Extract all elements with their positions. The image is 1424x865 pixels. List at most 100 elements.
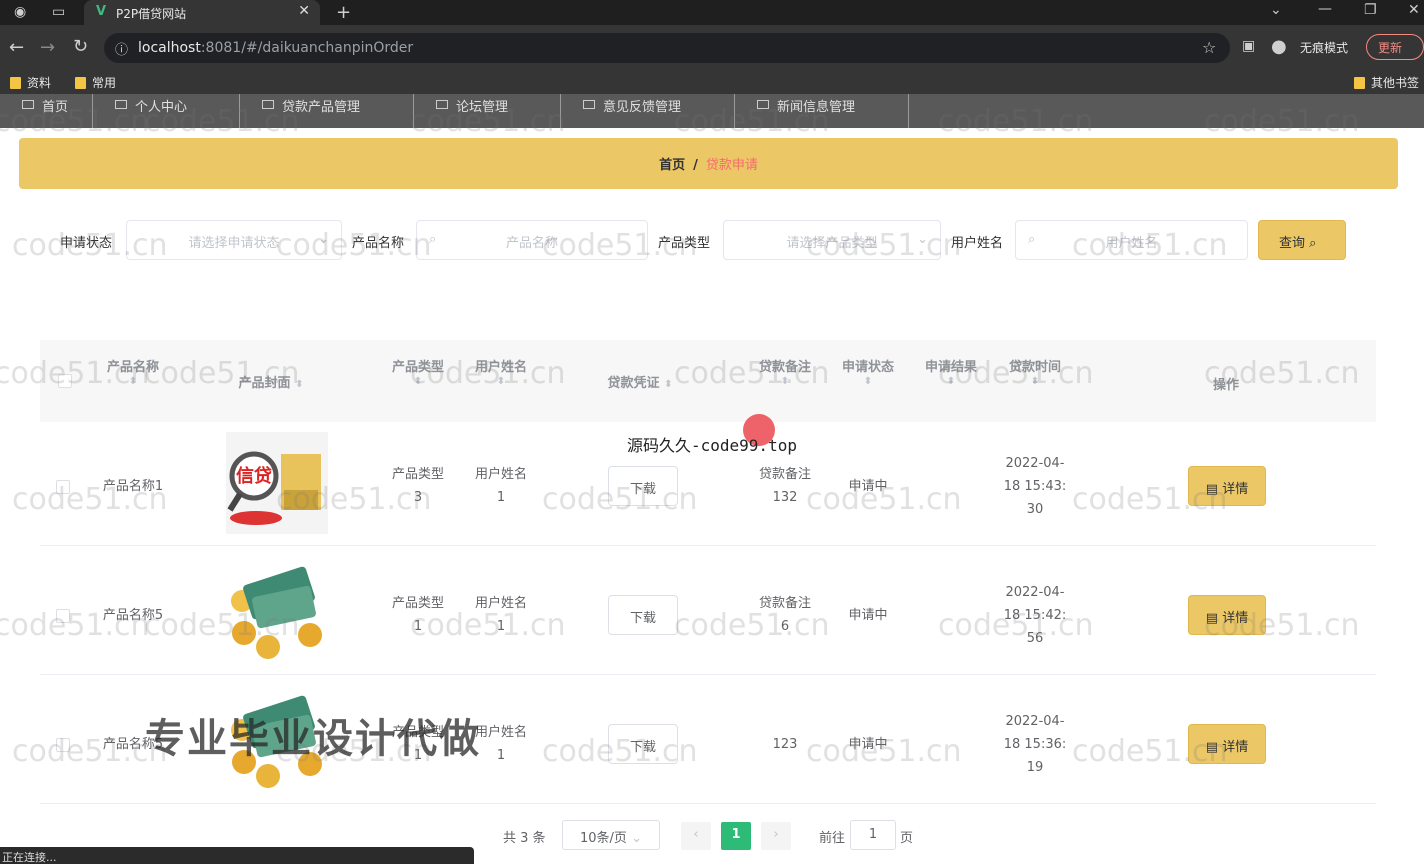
bookmark-star-icon[interactable]: ☆ bbox=[1202, 38, 1216, 57]
detail-label: 详情 bbox=[1222, 611, 1249, 626]
detail-button[interactable]: ▤ 详情 bbox=[1188, 595, 1266, 635]
reload-icon[interactable]: ↻ bbox=[73, 36, 88, 57]
sort-icon[interactable]: ⬍ bbox=[295, 379, 303, 390]
header-apply-status[interactable]: 申请状态 ⬍ bbox=[835, 356, 901, 389]
header-loan-voucher[interactable]: 贷款凭证 ⬍ bbox=[595, 372, 685, 391]
row-checkbox[interactable] bbox=[56, 738, 70, 752]
browser-tab[interactable]: V P2P借贷网站 ✕ bbox=[84, 0, 320, 25]
detail-button[interactable]: ▤ 详情 bbox=[1188, 466, 1266, 506]
nav-item-home[interactable]: 首页 bbox=[0, 94, 93, 128]
cell-product-name: 产品名称5 bbox=[102, 608, 164, 623]
breadcrumb: 首页 / 贷款申请 bbox=[19, 138, 1398, 189]
product-type-filter-label: 产品类型 bbox=[658, 236, 711, 251]
sort-icon[interactable]: ⬍ bbox=[918, 375, 984, 389]
header-loan-remark[interactable]: 贷款备注 ⬍ bbox=[752, 356, 818, 389]
page-number-active[interactable]: 1 bbox=[721, 822, 751, 850]
nav-item-forum[interactable]: 论坛管理 bbox=[414, 94, 561, 128]
close-window-icon[interactable]: ✕ bbox=[1408, 2, 1420, 18]
next-page-button[interactable]: › bbox=[761, 822, 791, 850]
money-coins-icon bbox=[231, 566, 322, 659]
sort-icon[interactable]: ⬍ bbox=[100, 375, 166, 389]
row-divider bbox=[40, 674, 1376, 675]
globe-icon[interactable]: ◉ bbox=[14, 4, 26, 20]
time-line: 2022-04- bbox=[1005, 585, 1065, 600]
product-name-filter-label: 产品名称 bbox=[352, 236, 405, 251]
nav-item-news[interactable]: 新闻信息管理 bbox=[735, 94, 909, 128]
nav-item-loan-products[interactable]: 贷款产品管理 bbox=[240, 94, 414, 128]
search-icon: ⌕ bbox=[1309, 236, 1317, 251]
header-product-cover[interactable]: 产品封面 ⬍ bbox=[226, 372, 316, 391]
time-line: 2022-04- bbox=[1005, 714, 1065, 729]
close-tab-icon[interactable]: ✕ bbox=[298, 3, 310, 19]
new-tab-icon[interactable]: + bbox=[336, 2, 351, 23]
folder-icon bbox=[10, 76, 21, 89]
status-select[interactable]: 请选择申请状态 ⌄ bbox=[126, 220, 342, 260]
update-button[interactable]: 更新 bbox=[1366, 34, 1424, 60]
user-text: 用户姓名 bbox=[474, 596, 527, 611]
bookmark-folder-ziliao[interactable]: 资料 bbox=[10, 74, 51, 91]
sidepanel-icon[interactable]: ▣ bbox=[1242, 38, 1255, 54]
other-bookmarks[interactable]: 其他书签 bbox=[1354, 74, 1419, 91]
header-product-name[interactable]: 产品名称 ⬍ bbox=[100, 356, 166, 389]
restore-icon[interactable]: ❐ bbox=[1364, 2, 1377, 18]
header-label: 贷款备注 bbox=[758, 360, 811, 375]
url-text: localhost:8081/#/daikuanchanpinOrder bbox=[138, 40, 414, 56]
cell-apply-status: 申请中 bbox=[848, 737, 888, 752]
address-bar[interactable]: ⓘ localhost:8081/#/daikuanchanpinOrder ☆ bbox=[104, 33, 1230, 63]
back-icon[interactable]: ← bbox=[9, 37, 24, 58]
bookmark-folder-changyong[interactable]: 常用 bbox=[75, 74, 116, 91]
download-button[interactable]: 下载 bbox=[608, 466, 678, 506]
header-user-name[interactable]: 用户姓名 ⬍ bbox=[468, 356, 534, 389]
username-input[interactable]: ⌕ 用户姓名 bbox=[1015, 220, 1248, 260]
chevron-down-icon: ⌄ bbox=[631, 831, 642, 846]
type-text: 产品类型 bbox=[391, 596, 444, 611]
sort-icon[interactable]: ⬍ bbox=[835, 375, 901, 389]
product-cover-image[interactable] bbox=[226, 561, 328, 663]
sort-icon[interactable]: ⬍ bbox=[1002, 375, 1068, 389]
header-loan-time[interactable]: 贷款时间 ⬍ bbox=[1002, 356, 1068, 389]
download-button[interactable]: 下载 bbox=[608, 724, 678, 764]
status-placeholder: 请选择申请状态 bbox=[188, 236, 280, 251]
header-product-type[interactable]: 产品类型 ⬍ bbox=[385, 356, 451, 389]
sort-icon[interactable]: ⬍ bbox=[752, 375, 818, 389]
page-size-select[interactable]: 10条/页 ⌄ bbox=[562, 820, 660, 850]
detail-button[interactable]: ▤ 详情 bbox=[1188, 724, 1266, 764]
goto-page-input[interactable]: 1 bbox=[850, 820, 896, 850]
sort-icon[interactable]: ⬍ bbox=[468, 375, 534, 389]
nav-item-profile[interactable]: 个人中心 bbox=[93, 94, 240, 128]
minimize-icon[interactable]: — bbox=[1318, 1, 1332, 17]
tab-search-icon[interactable]: ▭ bbox=[52, 4, 65, 20]
breadcrumb-home[interactable]: 首页 bbox=[659, 158, 685, 173]
prev-page-button[interactable]: ‹ bbox=[681, 822, 711, 850]
header-apply-result[interactable]: 申请结果 ⬍ bbox=[918, 356, 984, 389]
row-checkbox[interactable] bbox=[56, 609, 70, 623]
query-button[interactable]: 查询 ⌕ bbox=[1258, 220, 1346, 260]
header-label: 产品类型 bbox=[391, 360, 444, 375]
user-value: 1 bbox=[496, 490, 506, 505]
select-all-checkbox[interactable] bbox=[58, 374, 72, 388]
nav-label: 论坛管理 bbox=[456, 100, 509, 115]
user-text: 用户姓名 bbox=[474, 467, 527, 482]
time-line: 18 15:43: bbox=[1003, 479, 1067, 494]
cell-user-name: 用户姓名 1 bbox=[468, 592, 534, 638]
product-type-placeholder: 请选择产品类型 bbox=[786, 236, 878, 251]
chevron-down-icon: ⌄ bbox=[917, 232, 928, 247]
product-name-input[interactable]: ⌕ 产品名称 bbox=[416, 220, 648, 260]
forward-icon[interactable]: → bbox=[40, 37, 55, 58]
cell-product-type: 产品类型 1 bbox=[385, 592, 451, 638]
sort-icon[interactable]: ⬍ bbox=[664, 379, 672, 390]
incognito-icon[interactable]: ● bbox=[1271, 36, 1287, 57]
sort-icon[interactable]: ⬍ bbox=[385, 375, 451, 389]
tab-list-chevron-icon[interactable]: ⌄ bbox=[1270, 2, 1282, 18]
product-type-select[interactable]: 请选择产品类型 ⌄ bbox=[723, 220, 941, 260]
row-checkbox[interactable] bbox=[56, 480, 70, 494]
info-icon[interactable]: ⓘ bbox=[115, 39, 128, 58]
time-line: 19 bbox=[1026, 760, 1044, 775]
nav-item-feedback[interactable]: 意见反馈管理 bbox=[561, 94, 735, 128]
header-label: 产品封面 bbox=[238, 376, 291, 391]
download-button[interactable]: 下载 bbox=[608, 595, 678, 635]
cell-user-name: 用户姓名 1 bbox=[468, 463, 534, 509]
type-value: 1 bbox=[413, 619, 423, 634]
nav-label: 意见反馈管理 bbox=[603, 100, 682, 115]
product-cover-image[interactable]: 信贷 bbox=[226, 432, 328, 534]
